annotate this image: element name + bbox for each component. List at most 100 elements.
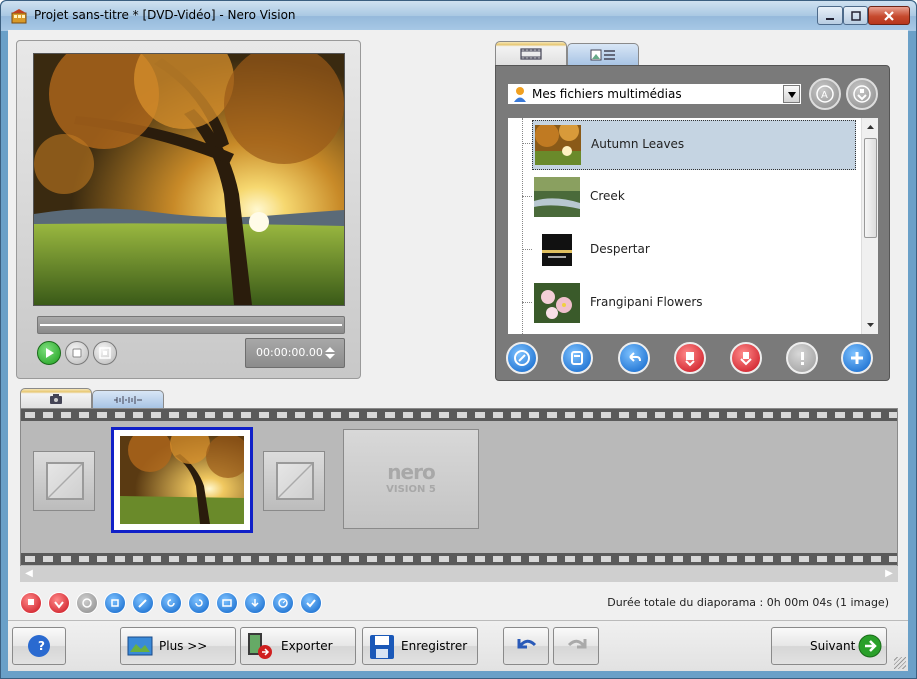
audio-wave-icon [114,395,142,404]
scroll-right-icon[interactable]: ▶ [882,568,896,580]
item-label: Frangipani Flowers [590,295,703,309]
storyboard-tool-4[interactable] [104,592,126,614]
tab-video[interactable] [495,41,567,65]
transition-slot-empty[interactable] [263,451,325,511]
undo-button[interactable] [503,627,549,665]
browse-button[interactable] [506,342,538,374]
tree-branch [522,249,532,250]
crop-icon [111,599,119,607]
save-icon [370,635,394,659]
export-label: Exporter [281,639,333,653]
scroll-up-icon[interactable] [863,122,878,132]
list-item-frangipani-flowers[interactable]: Frangipani Flowers [532,279,856,329]
scroll-left-icon[interactable]: ◀ [22,568,36,580]
media-action-red-1[interactable] [674,342,706,374]
storyboard-tool-8[interactable] [216,592,238,614]
back-button[interactable] [618,342,650,374]
next-button[interactable]: Suivant [771,627,887,665]
storyboard-tool-6[interactable] [160,592,182,614]
save-label: Enregistrer [401,639,468,653]
spin-arrows-icon[interactable] [324,346,336,360]
media-list-scrollbar[interactable] [861,118,878,334]
disabled-icon [82,598,92,608]
add-icon [851,352,863,364]
tab-storyboard-video[interactable] [20,388,92,408]
text-a-icon: A [816,85,834,103]
check-icon [306,599,316,608]
more-icon [127,636,153,656]
list-item-autumn-leaves[interactable]: Autumn Leaves [532,120,856,170]
creek-thumbnail [534,177,580,217]
storyboard[interactable]: nero VISION 5 [20,408,898,568]
media-panel: Mes fichiers multimédias A Autumn Leaves… [495,65,890,381]
storyboard-tool-5[interactable] [132,592,154,614]
close-icon [884,10,894,21]
tab-photos[interactable] [567,43,639,65]
storyboard-tool-2[interactable] [48,592,70,614]
stop-button[interactable] [65,341,89,365]
empty-slide-slot[interactable]: nero VISION 5 [343,429,479,529]
next-label: Suivant [810,639,856,653]
maximize-button[interactable] [843,6,868,25]
minimize-icon [826,17,834,20]
media-action-red-2[interactable] [730,342,762,374]
storyboard-tool-9[interactable] [244,592,266,614]
dropdown-arrow[interactable] [783,85,800,103]
photo-list-icon [590,49,615,60]
storyboard-slide-autumn-leaves[interactable] [111,424,253,533]
red-dots-icon [685,352,695,367]
more-button[interactable]: Plus >> [120,627,236,665]
play-icon [46,348,54,358]
tree-branch [522,143,532,144]
timecode-display[interactable]: 00:00:00.00 [245,338,345,368]
info-button[interactable] [786,342,818,374]
export-button[interactable]: Exporter [240,627,356,665]
rotate-left-icon [167,599,175,607]
close-button[interactable] [868,6,910,25]
redo-button[interactable] [553,627,599,665]
import-button[interactable] [561,342,593,374]
auto-analyze-button[interactable]: A [809,78,841,110]
source-dropdown[interactable]: Mes fichiers multimédias [507,83,802,105]
list-item-creek[interactable]: Creek [532,173,856,223]
svg-text:A: A [821,90,828,101]
play-button[interactable] [37,341,61,365]
fullscreen-button[interactable] [93,341,117,365]
storyboard-tool-7[interactable] [188,592,210,614]
app-icon [11,9,27,24]
add-button[interactable] [841,342,873,374]
media-list[interactable]: Autumn Leaves Creek Despertar Frangipani… [507,117,879,335]
media-options-button[interactable] [846,78,878,110]
timeline-slider[interactable] [37,316,345,334]
frame-icon [222,599,232,607]
redo-icon [567,639,587,649]
scrollbar-thumb[interactable] [864,138,877,238]
storyboard-tool-11[interactable] [300,592,322,614]
import-icon [571,351,583,365]
user-icon [514,87,526,102]
resize-grip[interactable] [894,657,906,669]
source-selected: Mes fichiers multimédias [532,87,682,101]
red-down-icon [54,601,64,609]
tree-branch [522,302,532,303]
preview-panel: 00:00:00.00 [16,29,361,379]
list-item-despertar[interactable]: Despertar [532,226,856,276]
title-bar[interactable]: Projet sans-titre * [DVD-Vidéo] - Nero V… [1,1,916,31]
frangipani-thumbnail [534,283,580,323]
storyboard-tool-3[interactable] [76,592,98,614]
storyboard-tool-10[interactable] [272,592,294,614]
help-button[interactable]: ? [12,627,66,665]
storyboard-tool-1[interactable] [20,592,42,614]
item-label: Autumn Leaves [591,137,685,151]
export-icon [248,633,272,659]
transition-placeholder-icon [46,462,84,500]
tab-storyboard-audio[interactable] [92,390,164,408]
camera-icon [50,393,62,404]
scroll-down-icon[interactable] [863,320,878,330]
item-label: Despertar [590,242,650,256]
save-button[interactable]: Enregistrer [362,627,478,665]
film-icon [520,47,542,60]
transition-slot-empty[interactable] [33,451,95,511]
minimize-button[interactable] [817,6,843,25]
storyboard-scrollbar[interactable]: ◀ ▶ [20,566,898,582]
